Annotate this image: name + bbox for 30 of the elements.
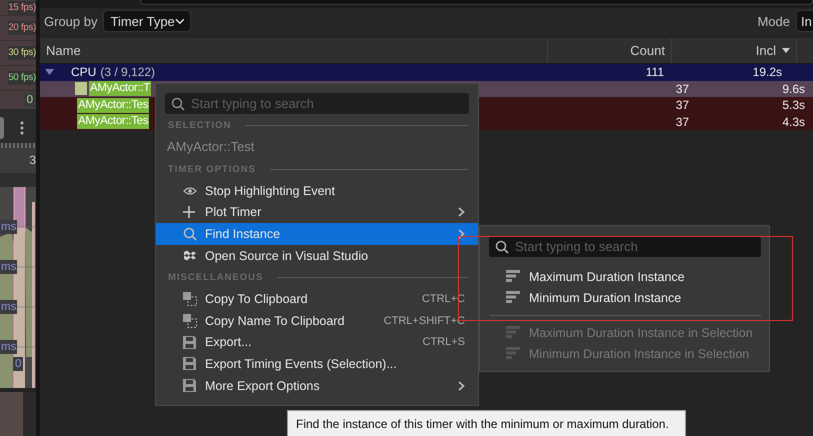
table-cell-text: 5.3s — [781, 98, 806, 112]
mode-label: Mode — [757, 14, 790, 28]
shortcut-label: CTRL+SHIFT+C — [384, 314, 465, 327]
timer-name: AMyActor::Tes — [77, 98, 150, 113]
table-cell-text: 19.2s — [752, 65, 783, 80]
fps-label: 15 fps) — [8, 0, 36, 14]
table-cell-text: 111 — [644, 65, 665, 80]
table-cell-text: 37 — [674, 98, 690, 112]
fps-label: 30 fps) — [8, 46, 36, 60]
timer-name: AMyActor::T — [89, 81, 151, 96]
timer-group-name: CPU — [71, 65, 96, 80]
axis-label: ms — [0, 220, 18, 234]
fps-label: 50 fps) — [8, 71, 36, 85]
selection-name: AMyActor::Test — [166, 138, 256, 156]
axis-label: 0 — [13, 357, 24, 371]
table-cell-text: 4.3s — [781, 114, 806, 129]
axis-label: 0 — [24, 93, 36, 107]
table-cell-text: 37 — [674, 82, 690, 96]
axis-label: ms — [0, 300, 18, 314]
ruler-label: 3 — [29, 153, 36, 167]
fps-label: 20 fps) — [8, 21, 36, 35]
axis-label: ms — [0, 260, 18, 274]
table-cell-text: 9.6s — [781, 82, 806, 96]
tooltip: Find the instance of this timer with the minimum or maximum duration. — [287, 410, 686, 436]
timer-name: AMyActor::Tes — [77, 114, 150, 130]
group-by-label: Group by — [44, 14, 98, 28]
axis-label: ms — [0, 340, 18, 354]
shortcut-label: CTRL+S — [422, 336, 465, 348]
timer-count: (3 / 9,122) — [100, 65, 156, 80]
table-cell-text: 37 — [674, 114, 690, 129]
